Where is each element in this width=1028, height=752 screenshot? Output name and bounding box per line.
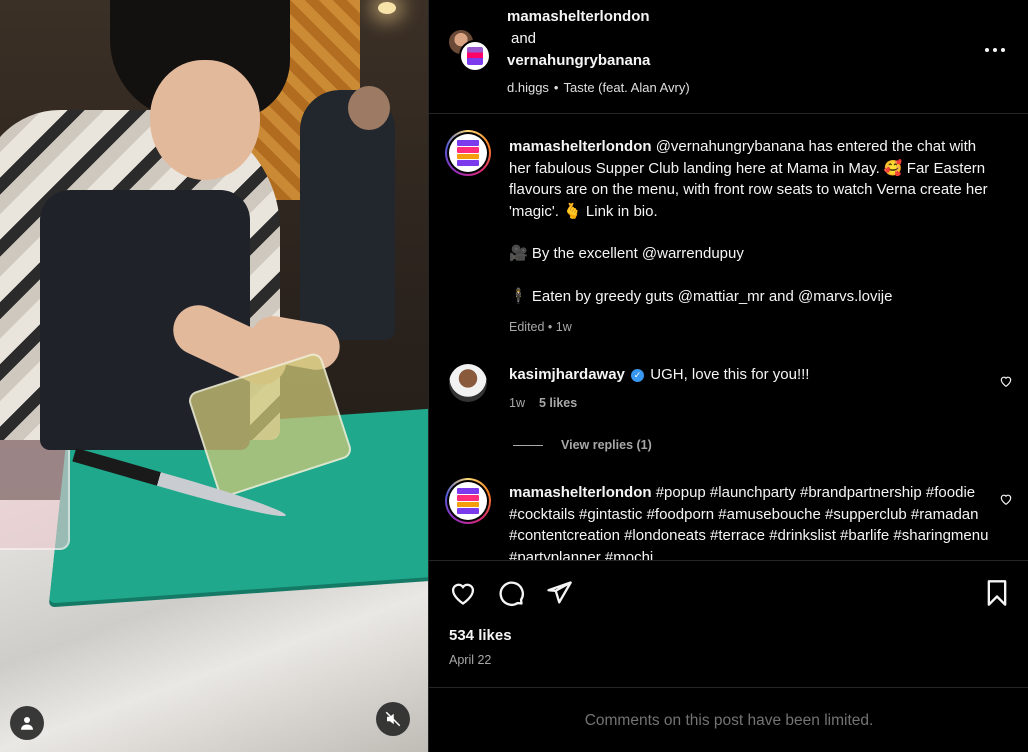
caption-line-2: 🎥 By the excellent @warrendupuy	[509, 245, 744, 262]
caption-avatar[interactable]	[445, 130, 491, 176]
media-lamp	[378, 2, 396, 14]
header-text: mamashelterlondon and vernahungrybanana …	[507, 6, 690, 98]
caption-line-3: 🕴 Eaten by greedy guts @mattiar_mr and @…	[509, 287, 893, 305]
media-background-person-head	[348, 86, 390, 130]
avatar-kasimjhardaway[interactable]	[449, 364, 487, 402]
audio-attribution[interactable]: d.higgs • Taste (feat. Alan Avry)	[507, 78, 690, 98]
avatar-mamashelterlondon[interactable]	[459, 40, 491, 72]
comment-like-heart-icon[interactable]	[999, 374, 1013, 388]
tagged-users-button[interactable]	[10, 706, 44, 740]
comment-meta: 1w 5 likes	[509, 396, 577, 410]
brand-logo-stripe-3	[457, 501, 479, 508]
collab-avatars[interactable]	[447, 28, 493, 74]
speaker-muted-icon	[385, 711, 401, 727]
brand-logo-stripe-1	[457, 140, 479, 146]
comment-body: UGH, love this for you!!!	[650, 366, 810, 383]
brand-logo-stripe-4	[457, 160, 479, 166]
audio-separator: •	[553, 80, 559, 95]
caption-avatar-ring	[447, 132, 489, 174]
comment-username[interactable]: kasimjhardaway	[509, 366, 625, 383]
comment-likes[interactable]: 5 likes	[539, 396, 577, 410]
more-options-button[interactable]	[983, 38, 1007, 62]
audio-track[interactable]: Taste (feat. Alan Avry)	[563, 80, 689, 95]
comment-avatar-ring	[447, 480, 489, 522]
comments-limited-notice: Comments on this post have been limited.	[584, 712, 874, 729]
post-header: mamashelterlondon and vernahungrybanana …	[429, 0, 1028, 114]
post-date[interactable]: April 22	[449, 653, 491, 667]
comment-username[interactable]: mamashelterlondon	[509, 484, 652, 501]
post-side-panel: mamashelterlondon and vernahungrybanana …	[428, 0, 1028, 752]
brand-logo-mini	[467, 47, 483, 65]
post-actions: 534 likes April 22	[429, 560, 1028, 688]
comment-text: mamashelterlondon #popup #launchparty #b…	[509, 482, 989, 560]
comments-list[interactable]: mamashelterlondon @vernahungrybanana has…	[429, 114, 1028, 560]
share-paper-plane-icon[interactable]	[545, 579, 573, 607]
comment-time: 1w	[509, 396, 525, 410]
comment-bubble-icon[interactable]	[497, 579, 525, 607]
post-media[interactable]	[0, 0, 428, 752]
view-replies-label: View replies (1)	[561, 438, 652, 452]
brand-logo-icon	[457, 140, 479, 166]
brand-logo-stripe-1	[457, 488, 479, 494]
verified-badge-icon: ✓	[631, 369, 645, 382]
media-person-face	[150, 60, 260, 180]
brand-logo-icon	[457, 488, 479, 514]
caption-spacer-1	[509, 222, 989, 243]
user-icon	[21, 717, 33, 730]
likes-count[interactable]: 534 likes	[449, 627, 512, 644]
caption-username[interactable]: mamashelterlondon	[509, 138, 652, 155]
audio-artist[interactable]: d.higgs	[507, 80, 549, 95]
caption-text: mamashelterlondon @vernahungrybanana has…	[509, 136, 989, 307]
header-and: and	[511, 30, 537, 47]
brand-logo-stripe-4	[457, 508, 479, 514]
more-horizontal-icon	[985, 48, 989, 52]
like-heart-icon[interactable]	[449, 579, 477, 607]
comment-like-heart-icon[interactable]	[999, 492, 1013, 506]
brand-logo-stripe-3	[457, 153, 479, 160]
more-dot-2	[993, 48, 997, 52]
more-dot-3	[1001, 48, 1005, 52]
header-username-1[interactable]: mamashelterlondon	[507, 6, 690, 28]
caption-avatar-inner	[449, 134, 487, 172]
media-background-person	[300, 90, 395, 340]
mute-button[interactable]	[376, 702, 410, 736]
header-username-2[interactable]: vernahungrybanana	[507, 50, 690, 72]
view-replies-button[interactable]: View replies (1)	[513, 438, 652, 452]
caption-spacer-2	[509, 265, 989, 286]
comment-avatar-inner	[449, 482, 487, 520]
replies-line	[513, 444, 543, 446]
comment-text: kasimjhardaway ✓ UGH, love this for you!…	[509, 364, 989, 386]
brand-logo-stripe-2	[457, 494, 479, 501]
brand-logo-stripe-2	[457, 146, 479, 153]
save-bookmark-icon[interactable]	[983, 579, 1011, 607]
caption-meta: Edited • 1w	[509, 320, 572, 334]
comment-avatar[interactable]	[445, 478, 491, 524]
